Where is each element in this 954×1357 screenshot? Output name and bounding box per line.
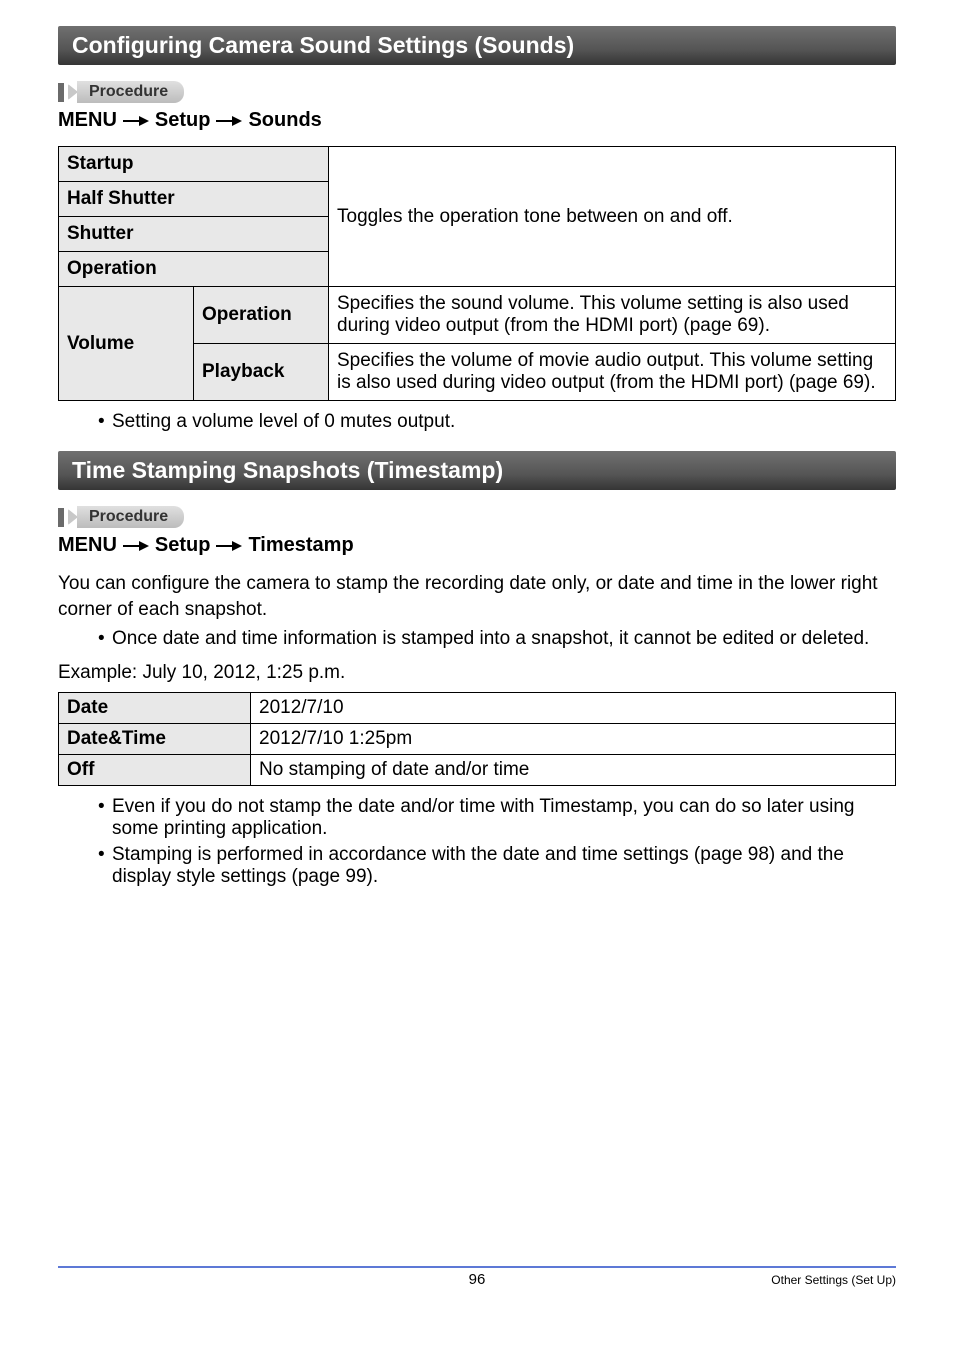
menu-path-part: MENU [58, 534, 117, 557]
row-startup: Startup [59, 147, 329, 182]
procedure-tag: Procedure [58, 81, 896, 103]
ts-row-datetime: Date&Time [59, 723, 251, 754]
vol-operation-desc: Specifies the sound volume. This volume … [329, 287, 896, 344]
menu-path-part: Setup [155, 109, 211, 132]
arrow-right-icon [123, 541, 149, 551]
procedure-label: Procedure [77, 81, 184, 103]
ts-row-date: Date [59, 692, 251, 723]
toggle-description: Toggles the operation tone between on an… [329, 147, 896, 287]
note-item: Stamping is performed in accordance with… [98, 844, 896, 888]
arrow-right-icon [123, 116, 149, 126]
ts-row-datetime-value: 2012/7/10 1:25pm [251, 723, 896, 754]
row-volume: Volume [59, 287, 194, 401]
row-operation: Operation [59, 252, 329, 287]
menu-path-part: Setup [155, 534, 211, 557]
arrow-right-icon [216, 116, 242, 126]
procedure-tag: Procedure [58, 506, 896, 528]
table-row: Volume Operation Specifies the sound vol… [59, 287, 896, 344]
procedure-bar-icon [58, 83, 64, 102]
row-vol-playback: Playback [194, 344, 329, 401]
arrow-right-icon [216, 541, 242, 551]
ts-row-date-value: 2012/7/10 [251, 692, 896, 723]
table-row: Date&Time 2012/7/10 1:25pm [59, 723, 896, 754]
section-title-timestamp: Time Stamping Snapshots (Timestamp) [58, 451, 896, 490]
menu-path-sounds: MENU Setup Sounds [58, 109, 896, 132]
note-item: Even if you do not stamp the date and/or… [98, 796, 896, 840]
ts-row-off-value: No stamping of date and/or time [251, 754, 896, 785]
procedure-label: Procedure [77, 506, 184, 528]
timestamp-example-line: Example: July 10, 2012, 1:25 p.m. [58, 660, 896, 686]
vol-playback-desc: Specifies the volume of movie audio outp… [329, 344, 896, 401]
note-item: Setting a volume level of 0 mutes output… [98, 411, 896, 433]
procedure-bar-icon [58, 508, 64, 527]
table-row: Off No stamping of date and/or time [59, 754, 896, 785]
note-item: Once date and time information is stampe… [98, 628, 896, 650]
sounds-notes: Setting a volume level of 0 mutes output… [58, 411, 896, 433]
menu-path-part: MENU [58, 109, 117, 132]
section-title-sounds: Configuring Camera Sound Settings (Sound… [58, 26, 896, 65]
timestamp-table: Date 2012/7/10 Date&Time 2012/7/10 1:25p… [58, 692, 896, 786]
menu-path-part: Timestamp [248, 534, 353, 557]
menu-path-part: Sounds [248, 109, 321, 132]
footer-divider [58, 1266, 896, 1268]
timestamp-prenote: Once date and time information is stampe… [58, 628, 896, 650]
sounds-settings-table: Startup Toggles the operation tone betwe… [58, 146, 896, 401]
table-row: Date 2012/7/10 [59, 692, 896, 723]
ts-row-off: Off [59, 754, 251, 785]
document-page: Configuring Camera Sound Settings (Sound… [0, 0, 954, 1300]
row-half-shutter: Half Shutter [59, 182, 329, 217]
menu-path-timestamp: MENU Setup Timestamp [58, 534, 896, 557]
timestamp-paragraph: You can configure the camera to stamp th… [58, 571, 896, 622]
table-row: Startup Toggles the operation tone betwe… [59, 147, 896, 182]
timestamp-postnotes: Even if you do not stamp the date and/or… [58, 796, 896, 888]
footer-section-label: Other Settings (Set Up) [771, 1273, 896, 1287]
row-vol-operation: Operation [194, 287, 329, 344]
row-shutter: Shutter [59, 217, 329, 252]
